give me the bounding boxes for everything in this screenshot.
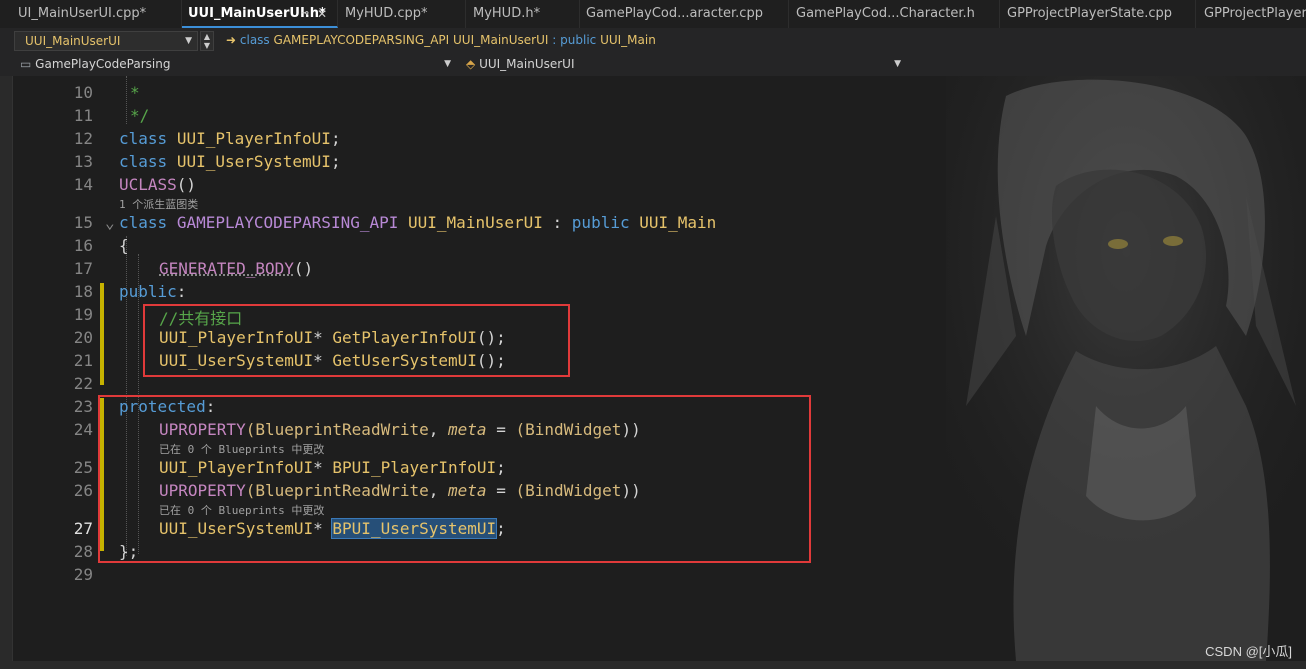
- code-line-15: class GAMEPLAYCODEPARSING_API UUI_MainUs…: [119, 213, 716, 232]
- line-number: 24: [73, 420, 93, 439]
- tab-uui-mainuserui-h[interactable]: UUI_MainUserUI.h* ⊸ ✕: [182, 0, 338, 28]
- annotation-box-public: [143, 304, 570, 377]
- line-number: 23: [73, 397, 93, 416]
- scope-breadcrumb[interactable]: ➜ class GAMEPLAYCODEPARSING_API UUI_Main…: [218, 31, 1306, 51]
- line-number: 12: [73, 129, 93, 148]
- tab-label: MyHUD.h*: [473, 6, 541, 21]
- tab-gameplay-character-h[interactable]: GamePlayCod...Character.h: [789, 0, 1000, 28]
- code-line-12: class UUI_PlayerInfoUI;: [119, 129, 341, 148]
- class-name: UUI_PlayerInfoUI: [176, 129, 331, 148]
- punct: :: [176, 282, 187, 301]
- class-name: UUI_UserSystemUI: [176, 152, 331, 171]
- code-line-18: public:: [119, 282, 186, 301]
- indent-guide: [126, 76, 127, 124]
- tab-myhud-cpp[interactable]: MyHUD.cpp*: [338, 0, 466, 28]
- arrow-icon: ➜: [226, 33, 237, 47]
- project-dropdown[interactable]: ▭ GamePlayCodeParsing ▼: [14, 55, 456, 75]
- tab-label: GamePlayCod...aracter.cpp: [586, 6, 763, 21]
- api-macro: GAMEPLAYCODEPARSING_API: [176, 213, 399, 232]
- member-dropdown-value: UUI_MainUserUI: [479, 57, 575, 71]
- tab-label: GPProjectPlayerSt: [1204, 6, 1306, 21]
- scope-separator: : public: [552, 33, 597, 47]
- tab-myhud-h[interactable]: MyHUD.h*: [466, 0, 580, 28]
- class-name: UUI_MainUserUI: [408, 213, 543, 232]
- chevron-down-icon: ▼: [444, 59, 451, 69]
- tab-playerstate-h[interactable]: GPProjectPlayerSt: [1196, 0, 1306, 28]
- collapse-icon[interactable]: ⌄: [105, 213, 115, 232]
- file-icon: ▭: [20, 57, 32, 71]
- background-artwork: [946, 76, 1306, 661]
- line-number: 21: [73, 351, 93, 370]
- change-marker: [100, 283, 104, 385]
- keyword: class: [119, 129, 168, 148]
- line-number: 26: [73, 481, 93, 500]
- keyword: class: [119, 213, 168, 232]
- line-number: 22: [73, 374, 93, 393]
- navigation-bar: UUI_MainUserUI ▼ ▲ ▼ ➜ class GAMEPLAYCODE…: [0, 28, 1306, 55]
- tab-label: UI_MainUserUI.cpp*: [18, 6, 147, 21]
- code-editor[interactable]: 10 * 11 */ 12 class UUI_PlayerInfoUI; 13…: [13, 76, 1306, 661]
- code-line-14: UCLASS(): [119, 175, 196, 194]
- line-number: 17: [73, 259, 93, 278]
- code-line-13: class UUI_UserSystemUI;: [119, 152, 341, 171]
- line-number: 11: [73, 106, 93, 125]
- class-dropdown[interactable]: UUI_MainUserUI ▼: [14, 31, 198, 51]
- chevron-down-icon: ▼: [185, 36, 192, 46]
- punct: (): [176, 175, 197, 194]
- left-margin-strip: [0, 76, 13, 661]
- punct: ;: [330, 152, 341, 171]
- punct: ;: [330, 129, 341, 148]
- chevron-down-icon: ▼: [894, 59, 901, 69]
- macro: GENERATED_BODY: [159, 259, 294, 278]
- tab-label: GPProjectPlayerState.cpp: [1007, 6, 1173, 21]
- tab-playerstate-cpp[interactable]: GPProjectPlayerState.cpp: [1000, 0, 1196, 28]
- annotation-box-protected: [98, 395, 811, 563]
- project-dropdown-value: GamePlayCodeParsing: [35, 57, 171, 71]
- codelens-hint[interactable]: 1 个派生蓝图类: [119, 196, 198, 212]
- tab-label: MyHUD.cpp*: [345, 6, 428, 21]
- line-number: 19: [73, 305, 93, 324]
- keyword: public: [119, 282, 177, 301]
- status-bar: [0, 661, 1306, 669]
- macro: UCLASS: [119, 175, 177, 194]
- close-icon[interactable]: ✕: [317, 0, 327, 26]
- pin-icon[interactable]: ⊸: [301, 0, 309, 26]
- line-number-current: 27: [73, 519, 93, 538]
- line-number: 13: [73, 152, 93, 171]
- scope-base: UUI_Main: [600, 33, 656, 47]
- document-tab-bar: UI_MainUserUI.cpp* UUI_MainUserUI.h* ⊸ ✕…: [0, 0, 1306, 29]
- punct: :: [552, 213, 563, 232]
- line-number: 16: [73, 236, 93, 255]
- tab-gameplay-character-cpp[interactable]: GamePlayCod...aracter.cpp: [580, 0, 789, 28]
- line-number: 28: [73, 542, 93, 561]
- line-number: 15: [73, 213, 93, 232]
- line-number: 10: [73, 83, 93, 102]
- line-number: 29: [73, 565, 93, 584]
- code-line-10: *: [130, 83, 140, 102]
- keyword: public: [571, 213, 630, 232]
- punct: (): [293, 259, 314, 278]
- tab-ui-mainuserui-cpp[interactable]: UI_MainUserUI.cpp*: [0, 0, 182, 28]
- line-number: 20: [73, 328, 93, 347]
- class-member-icon: ⬘: [466, 57, 476, 71]
- line-number: 14: [73, 175, 93, 194]
- watermark: CSDN @[小瓜]: [1205, 644, 1292, 659]
- code-line-17: GENERATED_BODY(): [159, 259, 313, 278]
- tab-label: GamePlayCod...Character.h: [796, 6, 975, 21]
- class-dropdown-value: UUI_MainUserUI: [25, 34, 121, 48]
- scope-keyword: class: [239, 33, 270, 47]
- member-dropdown[interactable]: ⬘ UUI_MainUserUI ▼: [460, 55, 906, 75]
- scope-api: GAMEPLAYCODEPARSING_API: [273, 33, 450, 47]
- scope-class: UUI_MainUserUI: [453, 33, 549, 47]
- line-number: 25: [73, 458, 93, 477]
- base-class: UUI_Main: [639, 213, 717, 232]
- code-line-11: */: [130, 106, 150, 125]
- keyword: class: [119, 152, 168, 171]
- member-navigation-bar: ▭ GamePlayCodeParsing ▼ ⬘ UUI_MainUserUI…: [0, 54, 1306, 77]
- line-number: 18: [73, 282, 93, 301]
- spin-buttons[interactable]: ▲ ▼: [200, 31, 214, 51]
- code-line-16: {: [119, 236, 129, 255]
